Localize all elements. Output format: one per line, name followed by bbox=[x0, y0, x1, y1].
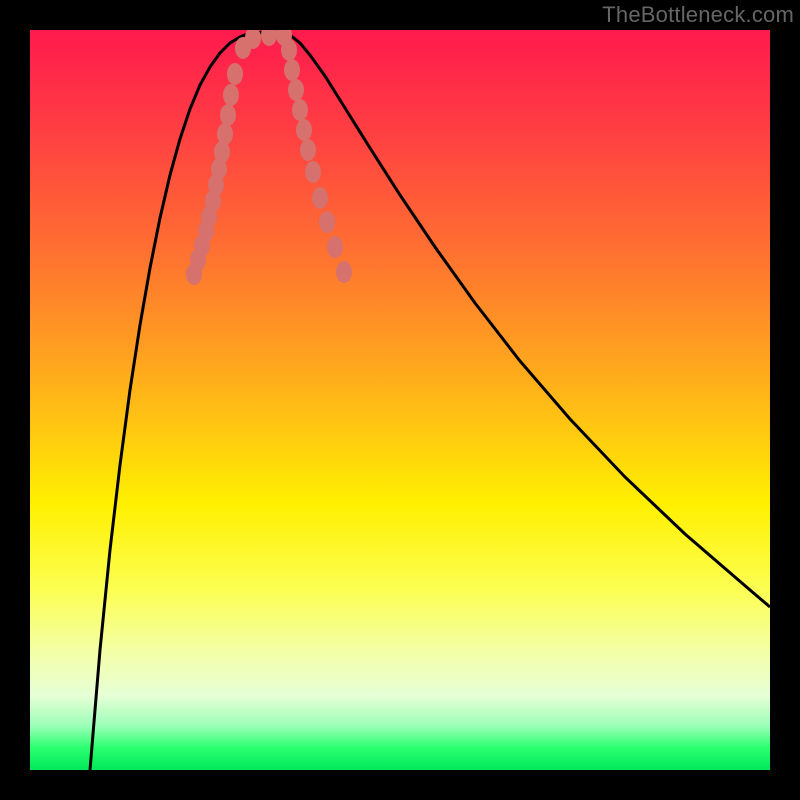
bottleneck-curve bbox=[90, 32, 770, 770]
curve-layer bbox=[30, 30, 770, 770]
marker-dot bbox=[300, 139, 316, 161]
marker-dot bbox=[261, 30, 277, 46]
marker-dot bbox=[319, 211, 335, 233]
marker-dot bbox=[284, 59, 300, 81]
marker-dot bbox=[227, 63, 243, 85]
watermark-text: TheBottleneck.com bbox=[602, 2, 794, 28]
marker-dot bbox=[281, 39, 297, 61]
marker-dot bbox=[223, 84, 239, 106]
marker-dot bbox=[336, 261, 352, 283]
marker-dot bbox=[220, 104, 236, 126]
marker-dot bbox=[296, 119, 312, 141]
marker-dot bbox=[312, 187, 328, 209]
marker-dot bbox=[292, 99, 308, 121]
plot-area bbox=[30, 30, 770, 770]
marker-dot bbox=[327, 236, 343, 258]
marker-dot bbox=[217, 123, 233, 145]
outer-frame: TheBottleneck.com bbox=[0, 0, 800, 800]
marker-dot bbox=[288, 79, 304, 101]
marker-dot bbox=[305, 161, 321, 183]
